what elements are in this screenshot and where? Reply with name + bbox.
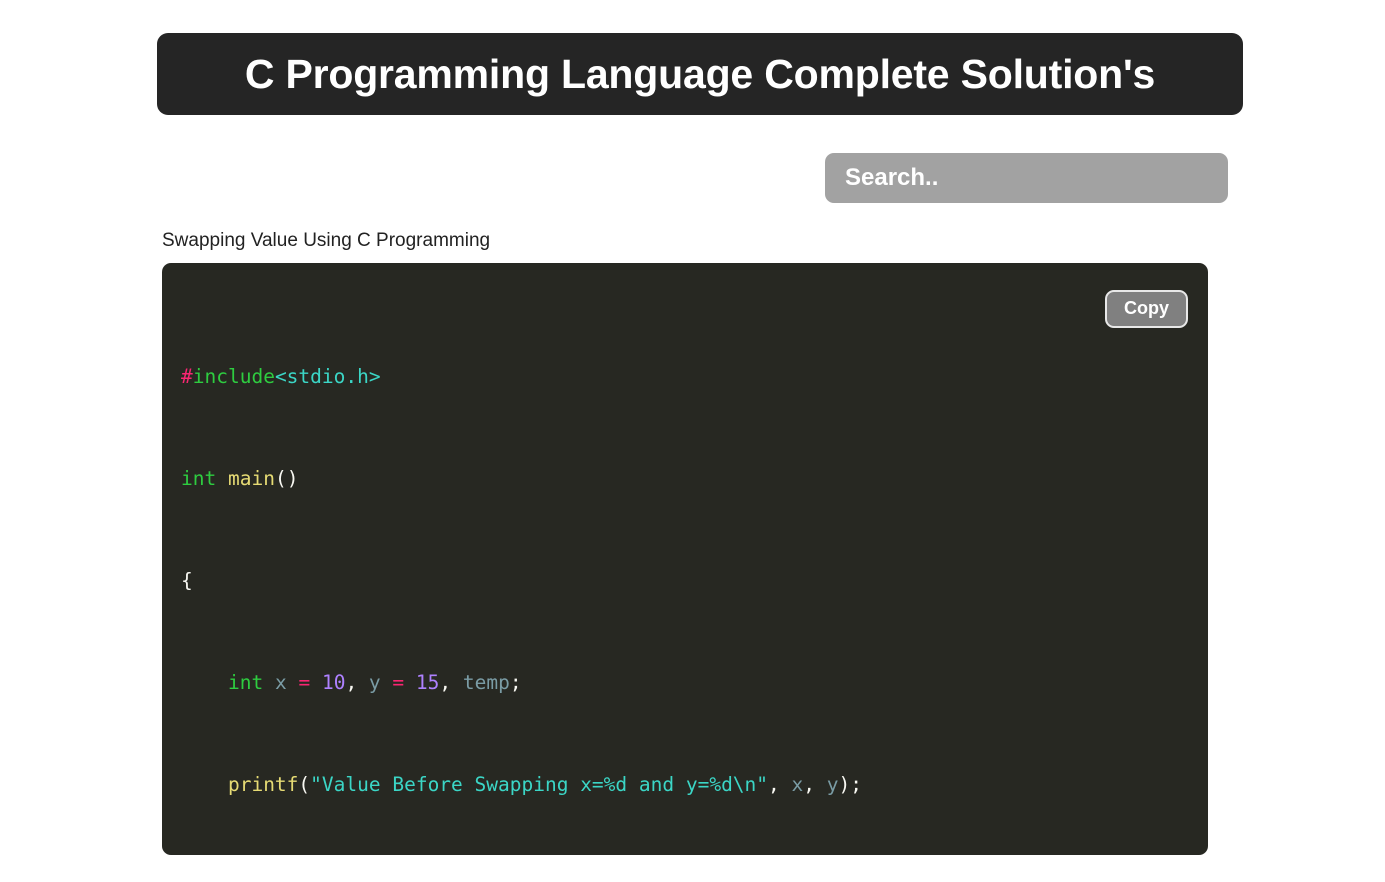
page-title: C Programming Language Complete Solution… [244,50,1156,97]
snippet-title: Swapping Value Using C Programming [162,230,491,251]
code-block[interactable]: #include<stdio.h> int main() { int x = 1… [181,292,1208,855]
code-snippet-card: Copy #include<stdio.h> int main() { int … [162,263,1208,855]
code-line: int main() [181,467,299,490]
search-input[interactable] [825,153,1228,203]
page-root: C Programming Language Complete Solution… [0,0,1385,882]
code-line: int x = 10, y = 15, temp; [227,671,522,694]
page-header-banner: C Programming Language Complete Solution… [157,33,1243,115]
code-line: { [181,569,193,592]
search-row [0,153,1385,203]
code-line: printf("Value Before Swapping x=%d and y… [227,773,862,796]
code-line: #include<stdio.h> [181,365,381,388]
